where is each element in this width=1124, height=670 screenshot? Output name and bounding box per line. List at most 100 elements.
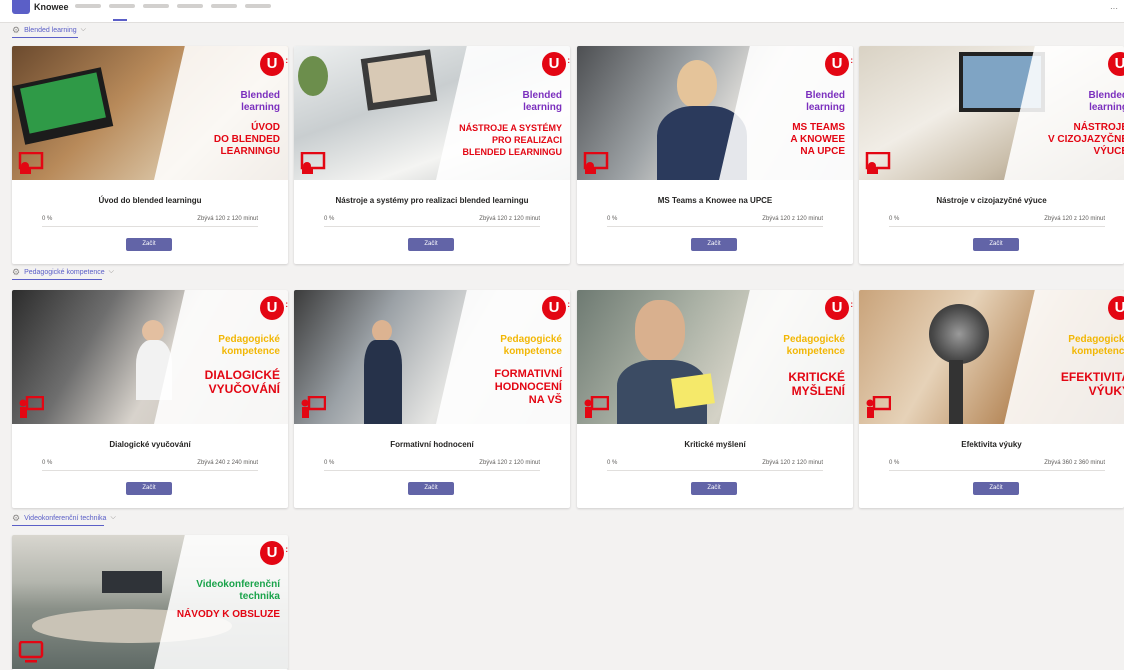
start-button[interactable]: Začít <box>126 238 172 251</box>
course-banner: U: Pedagogické kompetence DIALOGICKÉ VYU… <box>12 290 288 424</box>
person-head <box>677 60 717 108</box>
more-options-icon[interactable]: ··· <box>1110 4 1118 13</box>
section-underline <box>12 525 104 526</box>
plant-shape <box>298 56 328 96</box>
course-banner: U: Pedagogické kompetence EFEKTIVITA VÝU… <box>859 290 1124 424</box>
section-title: Blended learning <box>24 26 77 34</box>
banner-title: NÁSTROJE A SYSTÉMY PRO REALIZACI BLENDED… <box>459 123 562 157</box>
chevron-down-icon: ⌵ <box>110 514 116 521</box>
category-label: Pedagogické kompetence <box>1068 334 1124 357</box>
progress-percent: 0 % <box>42 216 53 222</box>
upce-logo: U: <box>260 541 288 565</box>
top-tab[interactable] <box>143 4 169 8</box>
course-card[interactable]: U: Pedagogické kompetence DIALOGICKÉ VYU… <box>12 290 288 508</box>
banner-title: NÁSTROJE V CIZOJAZYČNÉ VÝUCE <box>1047 122 1124 157</box>
section-header-video[interactable]: ⚙ Videokonferenční technika ⌵ <box>12 510 116 526</box>
progress-percent: 0 % <box>889 460 900 466</box>
course-card[interactable]: U: Blended learning NÁSTROJE A SYSTÉMY P… <box>294 46 570 264</box>
app-title: Knowee <box>34 2 69 12</box>
progress-row: 0 % Zbývá 120 z 120 minut <box>42 216 258 227</box>
course-title[interactable]: Úvod do blended learningu <box>12 196 288 205</box>
course-title[interactable]: Nástroje a systémy pro realizaci blended… <box>294 196 570 205</box>
top-tabs <box>75 4 271 8</box>
top-tab[interactable] <box>211 4 237 8</box>
in-person-course-icon <box>584 396 609 418</box>
person-head <box>372 320 392 342</box>
upce-logo: U: <box>260 296 288 320</box>
category-label: Pedagogické kompetence <box>218 334 280 357</box>
time-remaining: Zbývá 360 z 360 minut <box>1044 460 1105 466</box>
progress-row: 0 % Zbývá 120 z 120 minut <box>607 460 823 471</box>
microphone-head <box>929 304 989 364</box>
time-remaining: Zbývá 120 z 120 minut <box>479 460 540 466</box>
progress-row: 0 % Zbývá 120 z 120 minut <box>324 216 540 227</box>
start-button[interactable]: Začít <box>408 482 454 495</box>
course-title[interactable]: MS Teams a Knowee na UPCE <box>577 196 853 205</box>
course-banner: U: Pedagogické kompetence KRITICKÉ MYŠLE… <box>577 290 853 424</box>
time-remaining: Zbývá 120 z 120 minut <box>197 216 258 222</box>
course-banner: U: Blended learning ÚVOD DO BLENDED LEAR… <box>12 46 288 180</box>
course-title[interactable]: Kritické myšlení <box>577 440 853 449</box>
section-title: Pedagogické kompetence <box>24 268 105 276</box>
course-title[interactable]: Efektivita výuky <box>859 440 1124 449</box>
upce-logo: U: <box>260 52 288 76</box>
course-banner: U: Pedagogické kompetence FORMATIVNÍ HOD… <box>294 290 570 424</box>
start-button[interactable]: Začít <box>973 238 1019 251</box>
banner-title: EFEKTIVITA VÝUKY <box>1060 370 1124 398</box>
progress-percent: 0 % <box>324 216 335 222</box>
banner-title: MS TEAMS A KNOWEE NA UPCE <box>790 122 845 157</box>
online-course-icon <box>18 152 44 174</box>
banner-title: NÁVODY K OBSLUZE <box>176 609 280 620</box>
course-card[interactable]: U: Blended learning ÚVOD DO BLENDED LEAR… <box>12 46 288 264</box>
top-tab[interactable] <box>109 4 135 8</box>
course-title[interactable]: Formativní hodnocení <box>294 440 570 449</box>
category-label: Blended learning <box>240 90 280 113</box>
section-title: Videokonferenční technika <box>24 514 107 522</box>
progress-percent: 0 % <box>324 460 335 466</box>
in-person-course-icon <box>866 396 891 418</box>
course-card[interactable]: U: Pedagogické kompetence EFEKTIVITA VÝU… <box>859 290 1124 508</box>
course-card[interactable]: U: Blended learning MS TEAMS A KNOWEE NA… <box>577 46 853 264</box>
section-header-blended[interactable]: ⚙ Blended learning ⌵ <box>12 22 86 38</box>
top-tab[interactable] <box>75 4 101 8</box>
course-card[interactable]: U: Videokonferenční technika NÁVODY K OB… <box>12 535 288 670</box>
progress-percent: 0 % <box>889 216 900 222</box>
upce-logo: U: <box>542 52 570 76</box>
online-course-icon <box>583 152 609 174</box>
course-card[interactable]: U: Pedagogické kompetence FORMATIVNÍ HOD… <box>294 290 570 508</box>
chevron-down-icon: ⌵ <box>80 26 86 33</box>
course-group-icon: ⚙ <box>12 512 21 523</box>
course-banner: U: Videokonferenční technika NÁVODY K OB… <box>12 535 288 669</box>
course-banner: U: Blended learning NÁSTROJE A SYSTÉMY P… <box>294 46 570 180</box>
banner-title: DIALOGICKÉ VYUČOVÁNÍ <box>204 368 280 396</box>
category-label: Videokonferenční technika <box>196 579 280 602</box>
top-tab[interactable] <box>177 4 203 8</box>
top-tab[interactable] <box>245 4 271 8</box>
banner-title: ÚVOD DO BLENDED LEARNINGU <box>213 122 280 157</box>
progress-percent: 0 % <box>607 460 618 466</box>
conference-screen <box>102 571 162 593</box>
category-label: Blended learning <box>522 90 562 113</box>
time-remaining: Zbývá 120 z 120 minut <box>762 460 823 466</box>
course-title[interactable]: Nástroje v cizojazyčné výuce <box>859 196 1124 205</box>
time-remaining: Zbývá 120 z 120 minut <box>762 216 823 222</box>
in-person-course-icon <box>301 396 326 418</box>
category-label: Blended learning <box>805 90 845 113</box>
course-card[interactable]: U: Blended learning NÁSTROJE V CIZOJAZYČ… <box>859 46 1124 264</box>
start-button[interactable]: Začít <box>408 238 454 251</box>
progress-row: 0 % Zbývá 120 z 120 minut <box>607 216 823 227</box>
section-underline <box>12 279 102 280</box>
course-title[interactable]: Dialogické vyučování <box>12 440 288 449</box>
course-card[interactable]: U: Pedagogické kompetence KRITICKÉ MYŠLE… <box>577 290 853 508</box>
section-header-pedagog[interactable]: ⚙ Pedagogické kompetence ⌵ <box>12 264 114 280</box>
in-person-course-icon <box>19 396 44 418</box>
start-button[interactable]: Začít <box>691 238 737 251</box>
app-logo[interactable] <box>12 0 30 14</box>
top-bar: Knowee ··· <box>0 0 1124 23</box>
start-button[interactable]: Začít <box>126 482 172 495</box>
progress-percent: 0 % <box>42 460 53 466</box>
start-button[interactable]: Začít <box>973 482 1019 495</box>
person-head <box>635 300 685 362</box>
upce-logo: U: <box>542 296 570 320</box>
start-button[interactable]: Začít <box>691 482 737 495</box>
